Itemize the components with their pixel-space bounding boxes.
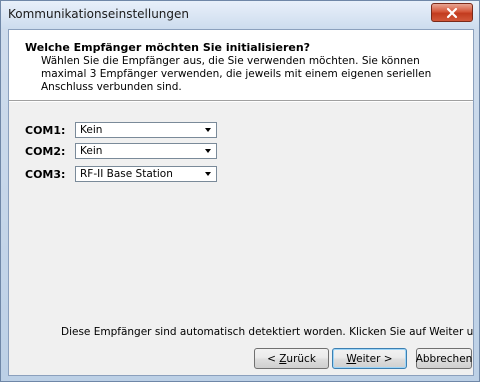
next-button[interactable]: Weiter > xyxy=(332,348,407,369)
header-title: Welche Empfänger möchten Sie initialisie… xyxy=(25,41,311,54)
com1-value: Kein xyxy=(80,124,103,136)
header-description: Wählen Sie die Empfänger aus, die Sie ve… xyxy=(41,55,432,93)
cancel-button-label: Abbrechen xyxy=(415,352,473,365)
close-icon xyxy=(446,7,458,18)
cancel-button[interactable]: Abbrechen xyxy=(416,348,472,369)
status-text: Diese Empfänger sind automatisch detekti… xyxy=(61,326,474,338)
next-button-label: Weiter > xyxy=(346,352,393,365)
com2-select[interactable]: Kein xyxy=(75,143,217,159)
title-bar[interactable]: Kommunikationseinstellungen xyxy=(1,1,479,29)
com2-value: Kein xyxy=(80,145,103,157)
close-button[interactable] xyxy=(431,3,473,22)
com2-label: COM2: xyxy=(25,144,66,158)
chevron-down-icon xyxy=(205,128,211,132)
com2-row: COM2: Kein xyxy=(25,143,217,159)
chevron-down-icon xyxy=(205,149,211,153)
back-button[interactable]: < Zurück xyxy=(254,348,329,369)
dialog-content: Welche Empfänger möchten Sie initialisie… xyxy=(8,29,474,376)
header-divider xyxy=(9,101,473,102)
wizard-header: Welche Empfänger möchten Sie initialisie… xyxy=(9,30,473,101)
window-title: Kommunikationseinstellungen xyxy=(8,7,190,21)
com1-label: COM1: xyxy=(25,123,66,137)
dialog-window: Kommunikationseinstellungen Welche Empfä… xyxy=(0,0,480,382)
com3-row: COM3: RF-II Base Station xyxy=(25,166,217,182)
com3-select[interactable]: RF-II Base Station xyxy=(75,166,217,182)
back-button-label: < Zurück xyxy=(267,352,316,365)
chevron-down-icon xyxy=(205,172,211,176)
com3-value: RF-II Base Station xyxy=(80,168,173,180)
com1-row: COM1: Kein xyxy=(25,122,217,138)
com1-select[interactable]: Kein xyxy=(75,122,217,138)
com3-label: COM3: xyxy=(25,167,66,181)
